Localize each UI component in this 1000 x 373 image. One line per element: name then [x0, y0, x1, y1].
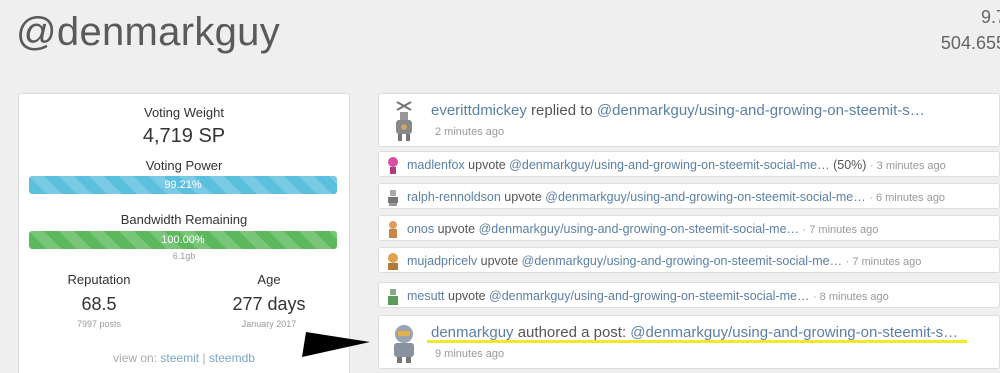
view-on-links: view on: steemit | steemdb [19, 351, 349, 365]
feed-text: mesutt upvote @denmarkguy/using-and-grow… [407, 289, 889, 303]
account-balances: 9.7 504.655 [941, 4, 1000, 56]
post-link[interactable]: @denmarkguy/using-and-growing-on-steemit… [630, 324, 958, 341]
action-text: upvote [434, 222, 479, 236]
action-text: replied to [526, 102, 597, 119]
feed-item[interactable]: mujadpricelv upvote @denmarkguy/using-an… [378, 247, 1000, 273]
post-link[interactable]: @denmarkguy/using-and-growing-on-steemit… [597, 102, 925, 119]
orange-avatar-icon [389, 221, 397, 238]
action-text: upvote [477, 254, 522, 268]
post-link[interactable]: @denmarkguy/using-and-growing-on-steemit… [522, 254, 842, 268]
page-title: @denmarkguy [16, 10, 281, 54]
highlight-underline [427, 340, 967, 343]
timestamp: 2 minutes ago [435, 126, 505, 138]
grey-avatar-icon [388, 190, 398, 206]
bandwidth-note: 6.1gb [172, 251, 196, 261]
user-link[interactable]: mujadpricelv [407, 254, 477, 268]
user-link[interactable]: mesutt [407, 289, 445, 303]
timestamp: · 6 minutes ago [869, 192, 946, 204]
balance-line-2: 504.655 [940, 33, 1000, 53]
orange-avatar-icon [388, 253, 398, 270]
robot-avatar-icon [394, 325, 414, 363]
vote-percent: (50%) [829, 158, 870, 172]
reputation-label: Reputation [67, 272, 131, 287]
feed-item[interactable]: mesutt upvote @denmarkguy/using-and-grow… [378, 282, 1000, 308]
user-link[interactable]: onos [407, 222, 434, 236]
feed-text: onos upvote @denmarkguy/using-and-growin… [407, 222, 878, 236]
feed-text: denmarkguy authored a post: @denmarkguy/… [431, 324, 958, 341]
post-link[interactable]: @denmarkguy/using-and-growing-on-steemit… [479, 222, 799, 236]
user-link[interactable]: madlenfox [407, 158, 465, 172]
timestamp: · 3 minutes ago [869, 160, 946, 172]
feed-item[interactable]: ralph-rennoldson upvote @denmarkguy/usin… [378, 183, 1000, 209]
age-label: Age [257, 272, 281, 287]
bandwidth-value: 100.00% [161, 234, 205, 246]
post-link[interactable]: @denmarkguy/using-and-growing-on-steemit… [489, 289, 809, 303]
voting-weight-label: Voting Weight [144, 105, 224, 120]
view-on-prefix: view on: [113, 351, 158, 365]
stats-panel: Voting Weight 4,719 SP Voting Power 99.2… [18, 93, 350, 373]
reputation-note: 7997 posts [76, 319, 122, 329]
voting-power-bar: 99.21% [29, 176, 337, 194]
timestamp: 9 minutes ago [435, 348, 505, 360]
voting-power-label: Voting Power [145, 158, 223, 173]
pointer-arrow-icon [302, 332, 370, 357]
timestamp: · 8 minutes ago [812, 291, 889, 303]
action-text: upvote [500, 190, 546, 204]
feed-text: ralph-rennoldson upvote @denmarkguy/usin… [407, 190, 945, 204]
reputation-block: Reputation 68.5 7997 posts [19, 272, 179, 329]
feed-text: everittdmickey replied to @denmarkguy/us… [431, 102, 925, 119]
action-text: upvote [464, 158, 510, 172]
age-note: January 2017 [241, 319, 297, 329]
link-separator: | [202, 351, 206, 365]
feed-text: mujadpricelv upvote @denmarkguy/using-an… [407, 254, 921, 268]
reputation-value: 68.5 [81, 294, 117, 314]
bandwidth-label: Bandwidth Remaining [120, 212, 248, 227]
bandwidth-bar: 100.00% [29, 231, 337, 249]
post-link[interactable]: @denmarkguy/using-and-growing-on-steemit… [509, 158, 829, 172]
timestamp: · 7 minutes ago [802, 224, 879, 236]
feed-text: madlenfox upvote @denmarkguy/using-and-g… [407, 158, 946, 172]
post-link[interactable]: @denmarkguy/using-and-growing-on-steemit… [545, 190, 865, 204]
user-link[interactable]: denmarkguy [431, 324, 514, 341]
robot-avatar-icon [396, 101, 412, 141]
voting-power-value: 99.21% [164, 179, 202, 191]
timestamp: · 7 minutes ago [845, 256, 922, 268]
age-value: 277 days [232, 294, 306, 314]
steemdb-link[interactable]: steemdb [209, 351, 255, 365]
user-link[interactable]: everittdmickey [431, 102, 527, 119]
green-avatar-icon [388, 289, 398, 305]
feed-item[interactable]: onos upvote @denmarkguy/using-and-growin… [378, 215, 1000, 241]
balance-line-1: 9.7 [980, 7, 1000, 27]
feed-item[interactable]: everittdmickey replied to @denmarkguy/us… [378, 93, 1000, 147]
steemit-link[interactable]: steemit [160, 351, 199, 365]
pink-avatar-icon [388, 157, 398, 174]
feed-item[interactable]: denmarkguy authored a post: @denmarkguy/… [378, 315, 1000, 369]
age-block: Age 277 days January 2017 [189, 272, 349, 329]
voting-weight-value: 4,719 SP [142, 125, 226, 147]
feed-item[interactable]: madlenfox upvote @denmarkguy/using-and-g… [378, 151, 1000, 177]
action-text: authored a post: [513, 324, 631, 341]
action-text: upvote [444, 289, 489, 303]
user-link[interactable]: ralph-rennoldson [407, 190, 501, 204]
